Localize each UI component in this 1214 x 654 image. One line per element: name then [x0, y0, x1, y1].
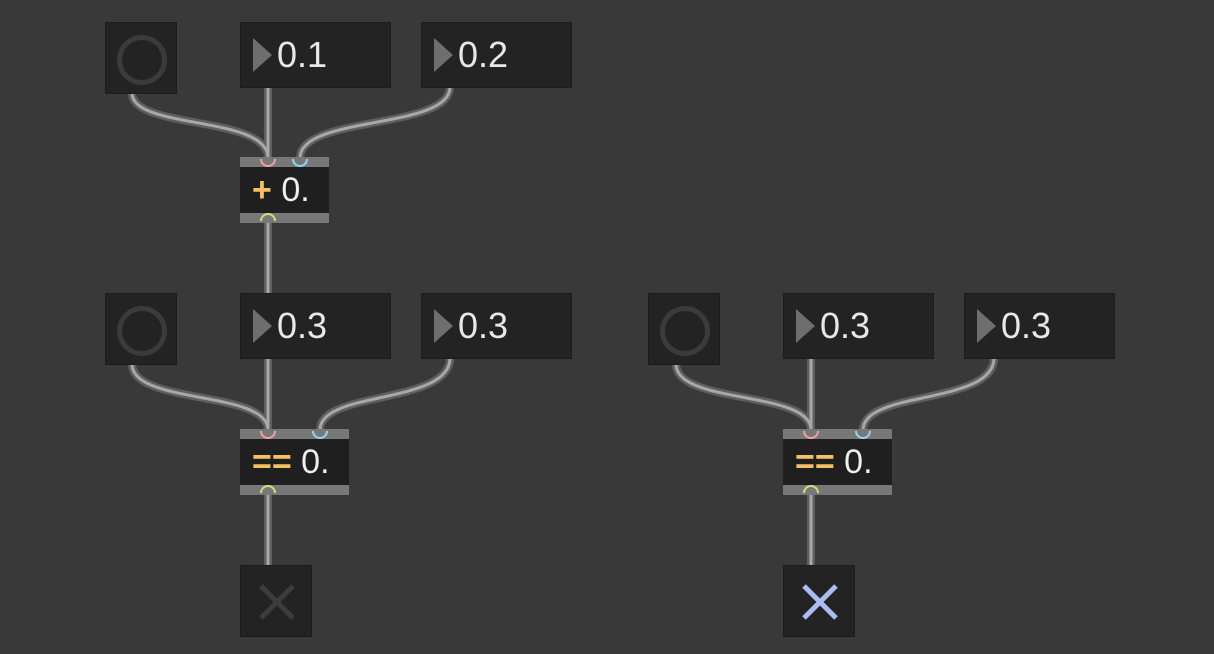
operator-argument: 0. — [301, 443, 330, 481]
circle-ring-icon — [117, 306, 167, 356]
number-box-top-1[interactable]: 0.1 — [240, 22, 391, 88]
triangle-right-icon — [977, 309, 996, 343]
equals-operator-object-right[interactable]: == 0. — [783, 429, 892, 495]
number-box-right-1[interactable]: 0.3 — [783, 293, 934, 359]
object-label: == 0. — [795, 444, 873, 480]
number-value: 0.3 — [458, 305, 509, 346]
operator-symbol: + — [252, 171, 272, 209]
number-box-left-2[interactable]: 0.3 — [421, 293, 572, 359]
equals-operator-object-left[interactable]: == 0. — [240, 429, 349, 495]
triangle-right-icon — [253, 309, 272, 343]
bang-button-left[interactable] — [105, 293, 177, 365]
circle-ring-icon — [660, 306, 710, 356]
number-value: 0.2 — [458, 34, 509, 75]
inlet-bar — [783, 429, 892, 439]
x-cross-icon — [259, 584, 295, 620]
operator-symbol: == — [795, 443, 835, 481]
number-box-top-2[interactable]: 0.2 — [421, 22, 572, 88]
inlet-bar — [240, 157, 329, 167]
bang-button-top[interactable] — [105, 22, 177, 94]
operator-argument: 0. — [844, 443, 873, 481]
outlet-bar — [240, 213, 329, 223]
number-value: 0.3 — [820, 305, 871, 346]
outlet-bar — [240, 485, 349, 495]
patcher-canvas[interactable]: 0.1 0.2 + 0. 0.3 0.3 == 0. 0.3 0.3 == 0. — [0, 0, 1214, 654]
operator-argument: 0. — [281, 171, 310, 209]
number-value: 0.3 — [1001, 305, 1052, 346]
circle-ring-icon — [117, 35, 167, 85]
toggle-right[interactable] — [783, 565, 855, 637]
outlet-bar — [783, 485, 892, 495]
object-label: == 0. — [252, 444, 330, 480]
toggle-left[interactable] — [240, 565, 312, 637]
plus-operator-object[interactable]: + 0. — [240, 157, 329, 223]
object-label: + 0. — [252, 172, 310, 208]
triangle-right-icon — [434, 309, 453, 343]
number-box-right-2[interactable]: 0.3 — [964, 293, 1115, 359]
triangle-right-icon — [796, 309, 815, 343]
inlet-bar — [240, 429, 349, 439]
operator-symbol: == — [252, 443, 292, 481]
triangle-right-icon — [253, 38, 272, 72]
x-cross-icon — [802, 584, 838, 620]
number-value: 0.1 — [277, 34, 328, 75]
number-value: 0.3 — [277, 305, 328, 346]
bang-button-right[interactable] — [648, 293, 720, 365]
triangle-right-icon — [434, 38, 453, 72]
number-box-left-1[interactable]: 0.3 — [240, 293, 391, 359]
